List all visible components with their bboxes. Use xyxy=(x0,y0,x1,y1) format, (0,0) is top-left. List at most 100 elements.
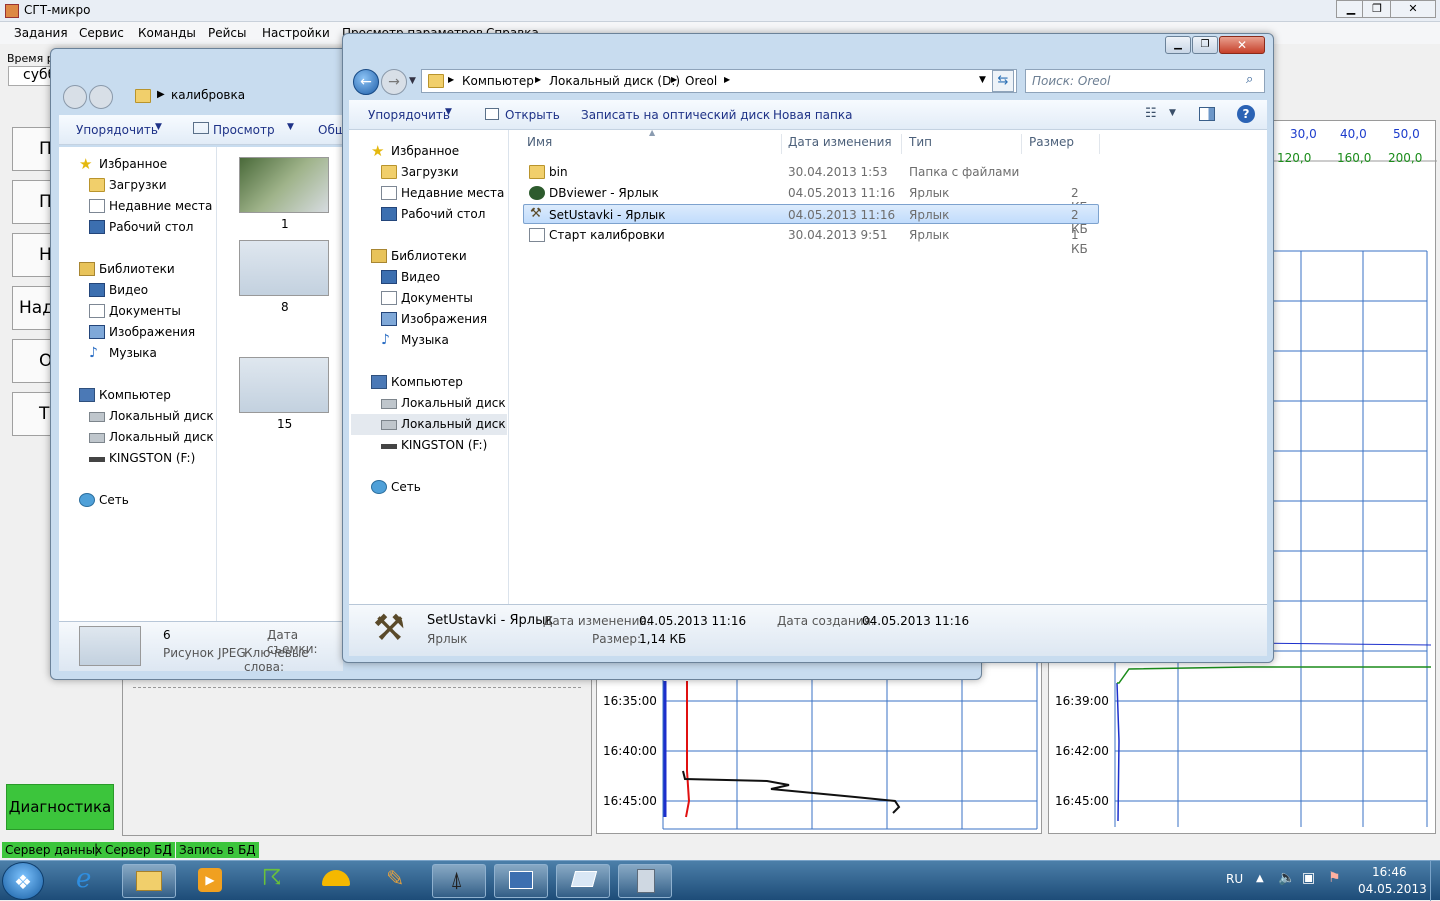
nav-libraries[interactable]: Библиотеки xyxy=(391,249,467,263)
refresh-icon[interactable]: ⇆ xyxy=(992,70,1014,92)
column-date[interactable]: Дата изменения xyxy=(788,135,892,149)
thumbnail-caption: 15 xyxy=(277,417,293,431)
network-tray-icon[interactable]: ▣ xyxy=(1302,870,1315,886)
nav-images[interactable]: Изображения xyxy=(109,325,195,339)
nav-drive-c[interactable]: Локальный диск (C xyxy=(109,409,230,423)
forward-arrow-icon[interactable]: → xyxy=(381,69,407,95)
app-icon-dna[interactable]: ☈ xyxy=(246,864,300,898)
file-row[interactable]: DBviewer - Ярлык 04.05.2013 11:16 Ярлык … xyxy=(523,183,1099,214)
nav-music[interactable]: Музыка xyxy=(401,333,449,347)
libraries-icon xyxy=(79,262,95,276)
details-size-value: 1,14 КБ xyxy=(639,632,687,646)
diagnostics-button[interactable]: Диагностика xyxy=(6,784,114,830)
close-button[interactable]: ✕ xyxy=(1219,36,1265,54)
nav-video[interactable]: Видео xyxy=(401,270,440,284)
nav-drive-d[interactable]: Локальный диск (D xyxy=(109,430,231,444)
paint-icon[interactable]: ✎ xyxy=(370,864,424,898)
nav-downloads[interactable]: Загрузки xyxy=(401,165,459,179)
nav-favorites[interactable]: Избранное xyxy=(391,144,459,158)
breadcrumb-computer[interactable]: Компьютер xyxy=(462,74,534,88)
nav-computer[interactable]: Компьютер xyxy=(99,388,171,402)
column-divider xyxy=(1099,134,1100,154)
thumbnail-image[interactable] xyxy=(239,240,329,296)
start-button[interactable]: ❖ xyxy=(2,862,44,900)
column-type[interactable]: Тип xyxy=(909,135,932,149)
file-row[interactable]: Старт калибровки 30.04.2013 9:51 Ярлык 1… xyxy=(523,225,1099,256)
thumbnail-image[interactable] xyxy=(239,357,329,413)
preview-pane-icon[interactable] xyxy=(1199,107,1215,121)
thumbnail-image[interactable] xyxy=(239,157,329,213)
nav-network[interactable]: Сеть xyxy=(99,493,129,507)
clock-time[interactable]: 16:46 xyxy=(1372,865,1407,879)
menu-tasks[interactable]: Задания xyxy=(14,26,68,40)
organize-button[interactable]: Упорядочить xyxy=(368,108,450,122)
show-hidden-icons-icon[interactable]: ▲ xyxy=(1256,873,1264,884)
nav-computer[interactable]: Компьютер xyxy=(391,375,463,389)
view-button[interactable]: Просмотр xyxy=(213,123,275,137)
back-button[interactable] xyxy=(63,85,87,109)
app-icon-helmet[interactable] xyxy=(308,864,362,898)
nav-documents[interactable]: Документы xyxy=(109,304,181,318)
column-name[interactable]: Имя xyxy=(527,135,552,149)
back-arrow-icon[interactable]: ← xyxy=(353,69,379,95)
forward-button[interactable] xyxy=(89,85,113,109)
address-bar[interactable]: ▶ Компьютер ▶ Локальный диск (D:) ▶ Oreo… xyxy=(421,69,1017,93)
menu-service[interactable]: Сервис xyxy=(79,26,124,40)
help-icon[interactable]: ? xyxy=(1237,105,1255,123)
maximize-button[interactable]: ❐ xyxy=(1362,0,1392,18)
menu-trips[interactable]: Рейсы xyxy=(208,26,247,40)
sgt-micro-taskbar-icon[interactable]: ⍋ xyxy=(432,864,486,898)
new-folder-button[interactable]: Новая папка xyxy=(773,108,852,122)
nav-images[interactable]: Изображения xyxy=(401,312,487,326)
search-input[interactable]: Поиск: Oreol xyxy=(1032,74,1110,88)
column-size[interactable]: Размер xyxy=(1029,135,1074,149)
breadcrumb-oreol[interactable]: Oreol xyxy=(685,74,717,88)
nav-video[interactable]: Видео xyxy=(109,283,148,297)
calculator-taskbar-icon[interactable] xyxy=(618,864,672,898)
nav-documents[interactable]: Документы xyxy=(401,291,473,305)
nav-favorites[interactable]: Избранное xyxy=(99,157,167,171)
search-icon[interactable]: ⌕ xyxy=(1246,72,1253,87)
nav-recent[interactable]: Недавние места xyxy=(109,199,212,213)
nav-libraries[interactable]: Библиотеки xyxy=(99,262,175,276)
nav-drive-c[interactable]: Локальный диск (C xyxy=(401,396,522,410)
nav-drive-d[interactable]: Локальный диск (D xyxy=(401,417,523,431)
explorer-taskbar-icon[interactable] xyxy=(122,864,176,898)
nav-downloads[interactable]: Загрузки xyxy=(109,178,167,192)
path-segment[interactable]: калибровка xyxy=(171,88,245,102)
menu-commands[interactable]: Команды xyxy=(138,26,196,40)
nav-recent[interactable]: Недавние места xyxy=(401,186,504,200)
action-center-icon[interactable]: ⚑ xyxy=(1328,870,1341,886)
file-row-selected[interactable]: ⚒ SetUstavki - Ярлык 04.05.2013 11:16 Яр… xyxy=(523,204,1099,236)
nav-music[interactable]: Музыка xyxy=(109,346,157,360)
app-taskbar-icon[interactable] xyxy=(556,864,610,898)
clock-date[interactable]: 04.05.2013 xyxy=(1358,882,1427,896)
address-dropdown-icon[interactable]: ▼ xyxy=(979,75,986,85)
dropdown-arrow-icon[interactable]: ▼ xyxy=(1169,108,1176,118)
nav-desktop[interactable]: Рабочий стол xyxy=(401,207,485,221)
open-button[interactable]: Открыть xyxy=(505,108,560,122)
minimize-button[interactable]: ▁ xyxy=(1165,36,1191,54)
organize-button[interactable]: Упорядочить xyxy=(76,123,158,137)
close-button[interactable]: ✕ xyxy=(1390,0,1436,18)
network-app-taskbar-icon[interactable] xyxy=(494,864,548,898)
nav-network[interactable]: Сеть xyxy=(391,480,421,494)
breadcrumb-drive-d[interactable]: Локальный диск (D:) xyxy=(549,74,680,88)
view-options-icon[interactable]: ☷ xyxy=(1145,106,1157,121)
language-indicator[interactable]: RU xyxy=(1226,872,1243,886)
recent-pages-dropdown-icon[interactable]: ▼ xyxy=(409,76,416,86)
show-desktop-button[interactable] xyxy=(1430,861,1440,901)
media-player-icon[interactable]: ▶ xyxy=(184,864,238,898)
nav-desktop[interactable]: Рабочий стол xyxy=(109,220,193,234)
volume-icon[interactable]: 🔈 xyxy=(1278,870,1295,886)
file-row[interactable]: bin 30.04.2013 1:53 Папка с файлами xyxy=(523,162,1099,182)
ie-icon[interactable]: e xyxy=(62,864,116,898)
file-date: 30.04.2013 1:53 xyxy=(788,165,888,179)
details-name: 6 xyxy=(163,628,171,642)
maximize-button[interactable]: ❐ xyxy=(1192,36,1218,54)
burn-disc-button[interactable]: Записать на оптический диск xyxy=(581,108,770,122)
search-box[interactable]: Поиск: Oreol ⌕ xyxy=(1025,69,1265,93)
menu-settings[interactable]: Настройки xyxy=(262,26,330,40)
nav-kingston[interactable]: KINGSTON (F:) xyxy=(109,451,195,465)
nav-kingston[interactable]: KINGSTON (F:) xyxy=(401,438,487,452)
